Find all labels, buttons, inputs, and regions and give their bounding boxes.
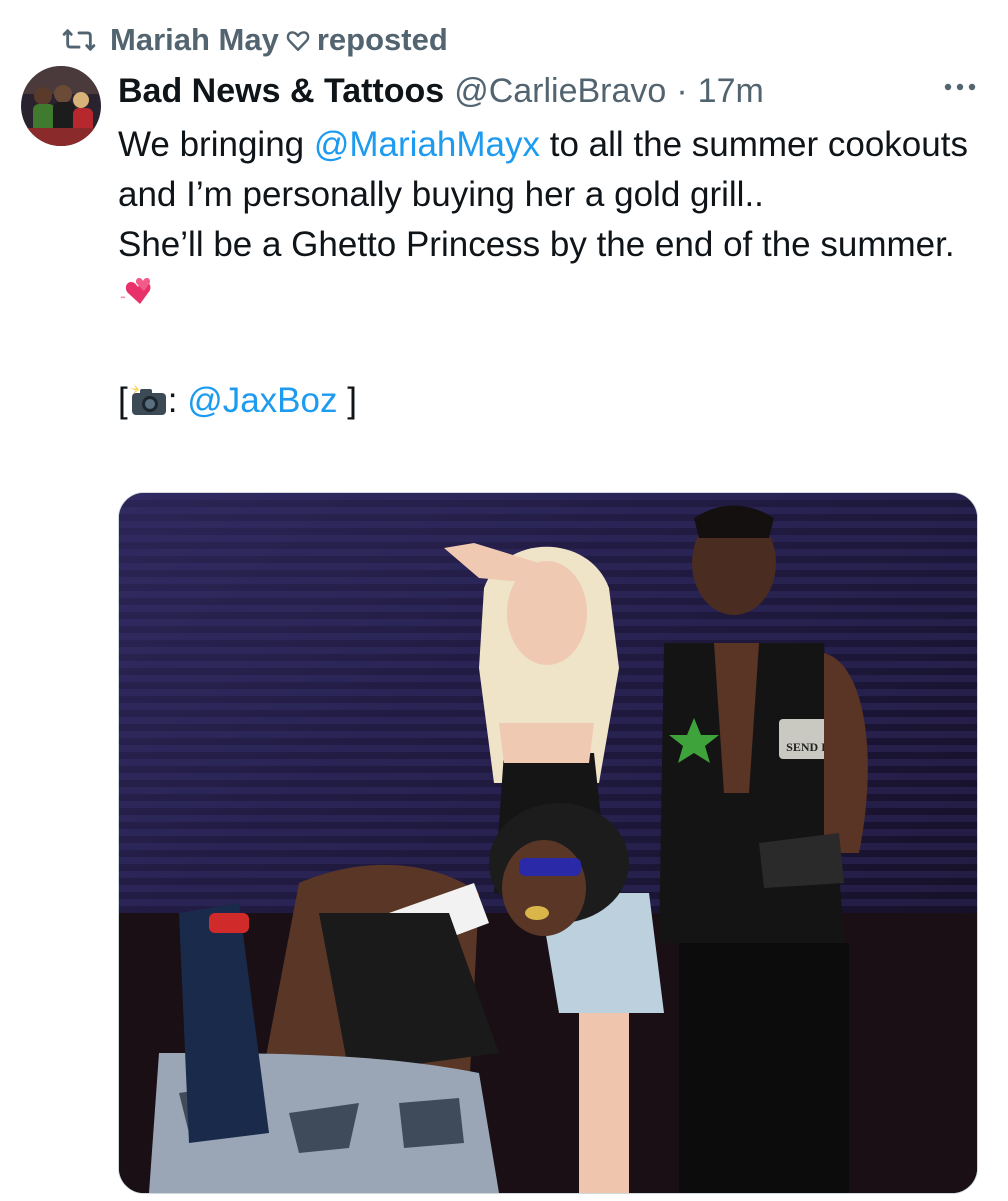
tweet-text-segment: She’ll be a Ghetto Princess by the end o… [118,225,955,264]
mention-link-mariahmayx[interactable]: @MariahMayx [314,125,540,164]
author-avatar[interactable] [21,66,101,146]
tweet-text: We bringing @MariahMayx to all the summe… [118,120,978,432]
separator-dot: · [676,71,688,110]
tweet-header: Bad News & Tattoos @CarlieBravo · 17m [118,68,764,114]
author-handle[interactable]: @CarlieBravo [454,72,666,111]
repost-user-name[interactable]: Mariah May [110,22,279,58]
bracket-colon: : [167,381,188,420]
bracket-open: [ [118,381,128,420]
heart-outline-icon [285,27,311,53]
mention-link-jaxboz[interactable]: @JaxBoz [187,381,337,420]
repost-icon [62,23,96,57]
bracket-close: ] [337,381,357,420]
camera-flash-emoji [128,382,168,432]
repost-context[interactable]: Mariah May reposted [62,18,448,62]
author-display-name[interactable]: Bad News & Tattoos [118,72,444,111]
tweet-timestamp[interactable]: 17m [698,72,764,111]
repost-label: reposted [316,22,448,57]
two-hearts-emoji [118,274,156,326]
tweet-text-segment: We bringing [118,125,314,164]
more-horizontal-icon[interactable] [940,72,980,102]
tweet-photo[interactable]: SEND IT [118,492,978,1194]
